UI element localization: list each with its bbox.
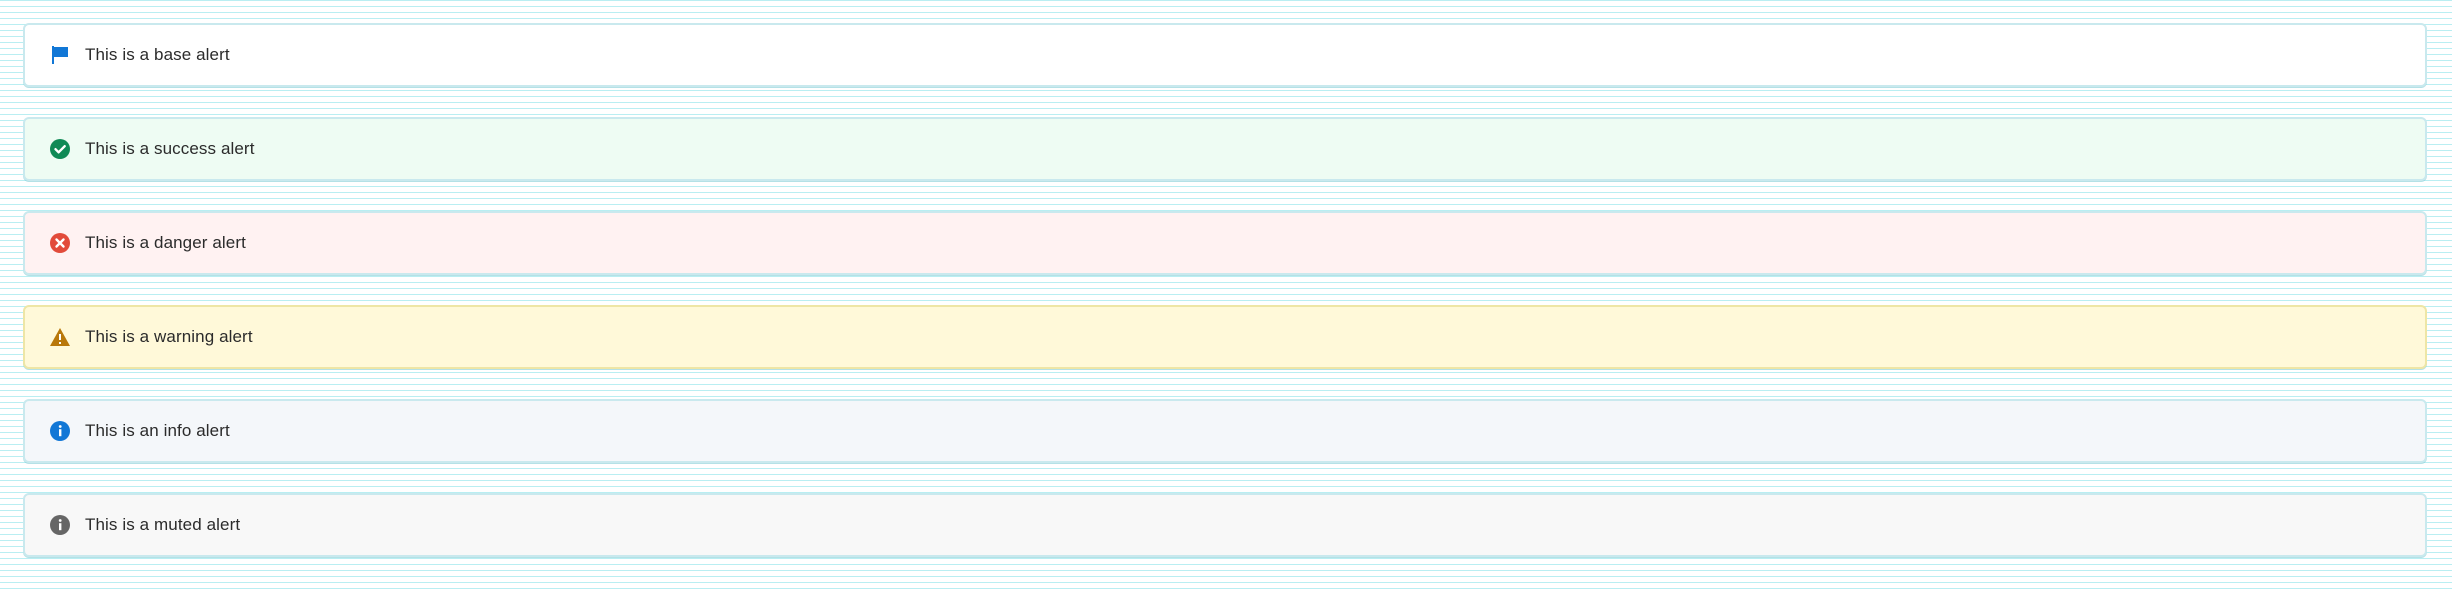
alert-muted-text: This is a muted alert <box>85 515 241 534</box>
alert-base: This is a base alert <box>23 23 2427 87</box>
warning-triangle-icon <box>49 326 71 348</box>
alert-base-text: This is a base alert <box>85 45 230 64</box>
alert-success: This is a success alert <box>23 117 2427 181</box>
check-circle-icon <box>49 138 71 160</box>
info-circle-icon <box>49 420 71 442</box>
alert-danger: This is a danger alert <box>23 211 2427 275</box>
info-circle-icon <box>49 514 71 536</box>
alert-danger-text: This is a danger alert <box>85 233 246 252</box>
alert-muted: This is a muted alert <box>23 493 2427 557</box>
flag-icon <box>49 44 71 66</box>
alerts-list: This is a base alert This is a success a… <box>23 23 2427 557</box>
alert-warning-text: This is a warning alert <box>85 327 253 346</box>
x-circle-icon <box>49 232 71 254</box>
alert-info-text: This is an info alert <box>85 421 230 440</box>
alert-success-text: This is a success alert <box>85 139 255 158</box>
alert-info: This is an info alert <box>23 399 2427 463</box>
alert-warning: This is a warning alert <box>23 305 2427 369</box>
